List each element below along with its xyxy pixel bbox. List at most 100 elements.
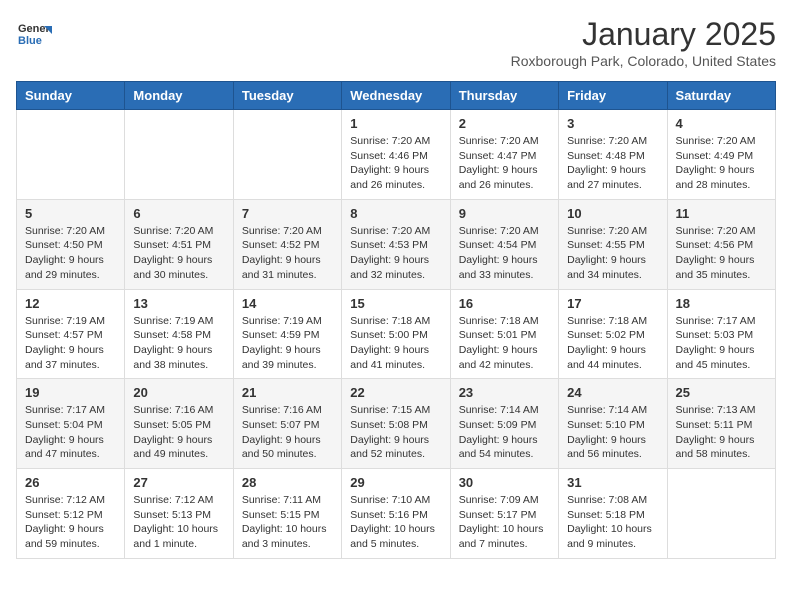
day-info: Sunrise: 7:20 AM Sunset: 4:46 PM Dayligh… [350,134,441,193]
day-info: Sunrise: 7:20 AM Sunset: 4:50 PM Dayligh… [25,224,116,283]
logo: General Blue [16,16,52,52]
day-cell [667,469,775,559]
day-cell: 11 Sunrise: 7:20 AM Sunset: 4:56 PM Dayli… [667,199,775,289]
day-number: 30 [459,475,550,490]
day-number: 5 [25,206,116,221]
day-info: Sunrise: 7:20 AM Sunset: 4:53 PM Dayligh… [350,224,441,283]
day-cell: 3 Sunrise: 7:20 AM Sunset: 4:48 PM Daylig… [559,110,667,200]
day-number: 11 [676,206,767,221]
day-info: Sunrise: 7:20 AM Sunset: 4:49 PM Dayligh… [676,134,767,193]
day-info: Sunrise: 7:18 AM Sunset: 5:02 PM Dayligh… [567,314,658,373]
day-cell: 8 Sunrise: 7:20 AM Sunset: 4:53 PM Daylig… [342,199,450,289]
day-number: 18 [676,296,767,311]
week-row-4: 19 Sunrise: 7:17 AM Sunset: 5:04 PM Dayli… [17,379,776,469]
weekday-header-tuesday: Tuesday [233,82,341,110]
day-number: 20 [133,385,224,400]
day-number: 31 [567,475,658,490]
day-info: Sunrise: 7:13 AM Sunset: 5:11 PM Dayligh… [676,403,767,462]
day-number: 25 [676,385,767,400]
day-number: 22 [350,385,441,400]
day-number: 1 [350,116,441,131]
day-number: 13 [133,296,224,311]
logo-icon: General Blue [16,16,52,52]
day-cell [125,110,233,200]
day-info: Sunrise: 7:12 AM Sunset: 5:13 PM Dayligh… [133,493,224,552]
day-number: 27 [133,475,224,490]
day-info: Sunrise: 7:20 AM Sunset: 4:52 PM Dayligh… [242,224,333,283]
day-number: 21 [242,385,333,400]
day-number: 26 [25,475,116,490]
day-info: Sunrise: 7:20 AM Sunset: 4:47 PM Dayligh… [459,134,550,193]
day-cell: 17 Sunrise: 7:18 AM Sunset: 5:02 PM Dayli… [559,289,667,379]
day-number: 14 [242,296,333,311]
week-row-5: 26Sunrise: 7:12 AM Sunset: 5:12 PM Dayli… [17,469,776,559]
day-info: Sunrise: 7:18 AM Sunset: 5:01 PM Dayligh… [459,314,550,373]
day-cell: 28 Sunrise: 7:11 AM Sunset: 5:15 PM Dayli… [233,469,341,559]
day-info: Sunrise: 7:20 AM Sunset: 4:51 PM Dayligh… [133,224,224,283]
day-number: 4 [676,116,767,131]
day-cell: 1 Sunrise: 7:20 AM Sunset: 4:46 PM Daylig… [342,110,450,200]
calendar-table: SundayMondayTuesdayWednesdayThursdayFrid… [16,81,776,559]
week-row-3: 12Sunrise: 7:19 AM Sunset: 4:57 PM Dayli… [17,289,776,379]
day-cell: 14Sunrise: 7:19 AM Sunset: 4:59 PM Dayli… [233,289,341,379]
day-number: 19 [25,385,116,400]
day-number: 2 [459,116,550,131]
weekday-header-wednesday: Wednesday [342,82,450,110]
day-cell: 22Sunrise: 7:15 AM Sunset: 5:08 PM Dayli… [342,379,450,469]
day-cell: 24 Sunrise: 7:14 AM Sunset: 5:10 PM Dayli… [559,379,667,469]
day-info: Sunrise: 7:17 AM Sunset: 5:03 PM Dayligh… [676,314,767,373]
day-info: Sunrise: 7:17 AM Sunset: 5:04 PM Dayligh… [25,403,116,462]
day-number: 24 [567,385,658,400]
day-info: Sunrise: 7:10 AM Sunset: 5:16 PM Dayligh… [350,493,441,552]
day-info: Sunrise: 7:14 AM Sunset: 5:09 PM Dayligh… [459,403,550,462]
day-cell: 20Sunrise: 7:16 AM Sunset: 5:05 PM Dayli… [125,379,233,469]
day-number: 15 [350,296,441,311]
day-cell: 29Sunrise: 7:10 AM Sunset: 5:16 PM Dayli… [342,469,450,559]
day-info: Sunrise: 7:18 AM Sunset: 5:00 PM Dayligh… [350,314,441,373]
weekday-header-saturday: Saturday [667,82,775,110]
weekday-header-sunday: Sunday [17,82,125,110]
day-info: Sunrise: 7:16 AM Sunset: 5:07 PM Dayligh… [242,403,333,462]
day-info: Sunrise: 7:20 AM Sunset: 4:56 PM Dayligh… [676,224,767,283]
day-cell: 27 Sunrise: 7:12 AM Sunset: 5:13 PM Dayli… [125,469,233,559]
day-number: 9 [459,206,550,221]
day-number: 8 [350,206,441,221]
day-cell: 7 Sunrise: 7:20 AM Sunset: 4:52 PM Daylig… [233,199,341,289]
day-cell: 4 Sunrise: 7:20 AM Sunset: 4:49 PM Daylig… [667,110,775,200]
day-cell: 26Sunrise: 7:12 AM Sunset: 5:12 PM Dayli… [17,469,125,559]
day-cell: 10Sunrise: 7:20 AM Sunset: 4:55 PM Dayli… [559,199,667,289]
day-info: Sunrise: 7:14 AM Sunset: 5:10 PM Dayligh… [567,403,658,462]
day-number: 23 [459,385,550,400]
day-cell: 13Sunrise: 7:19 AM Sunset: 4:58 PM Dayli… [125,289,233,379]
title-block: January 2025 Roxborough Park, Colorado, … [511,16,776,69]
day-cell: 5 Sunrise: 7:20 AM Sunset: 4:50 PM Daylig… [17,199,125,289]
weekday-header-thursday: Thursday [450,82,558,110]
day-cell: 25 Sunrise: 7:13 AM Sunset: 5:11 PM Dayli… [667,379,775,469]
week-row-2: 5 Sunrise: 7:20 AM Sunset: 4:50 PM Daylig… [17,199,776,289]
day-cell: 15 Sunrise: 7:18 AM Sunset: 5:00 PM Dayli… [342,289,450,379]
day-number: 28 [242,475,333,490]
day-number: 16 [459,296,550,311]
day-cell: 21 Sunrise: 7:16 AM Sunset: 5:07 PM Dayli… [233,379,341,469]
day-cell [233,110,341,200]
day-cell [17,110,125,200]
day-number: 12 [25,296,116,311]
day-number: 7 [242,206,333,221]
day-cell: 16 Sunrise: 7:18 AM Sunset: 5:01 PM Dayli… [450,289,558,379]
day-cell: 2 Sunrise: 7:20 AM Sunset: 4:47 PM Daylig… [450,110,558,200]
location: Roxborough Park, Colorado, United States [511,53,776,69]
day-number: 3 [567,116,658,131]
day-cell: 31Sunrise: 7:08 AM Sunset: 5:18 PM Dayli… [559,469,667,559]
day-number: 6 [133,206,224,221]
page-header: General Blue January 2025 Roxborough Par… [16,16,776,69]
day-info: Sunrise: 7:20 AM Sunset: 4:48 PM Dayligh… [567,134,658,193]
svg-text:Blue: Blue [18,35,42,47]
day-cell: 23 Sunrise: 7:14 AM Sunset: 5:09 PM Dayli… [450,379,558,469]
day-number: 17 [567,296,658,311]
day-info: Sunrise: 7:20 AM Sunset: 4:55 PM Dayligh… [567,224,658,283]
day-cell: 12Sunrise: 7:19 AM Sunset: 4:57 PM Dayli… [17,289,125,379]
day-info: Sunrise: 7:11 AM Sunset: 5:15 PM Dayligh… [242,493,333,552]
day-cell: 9Sunrise: 7:20 AM Sunset: 4:54 PM Daylig… [450,199,558,289]
week-row-1: 1 Sunrise: 7:20 AM Sunset: 4:46 PM Daylig… [17,110,776,200]
day-info: Sunrise: 7:09 AM Sunset: 5:17 PM Dayligh… [459,493,550,552]
